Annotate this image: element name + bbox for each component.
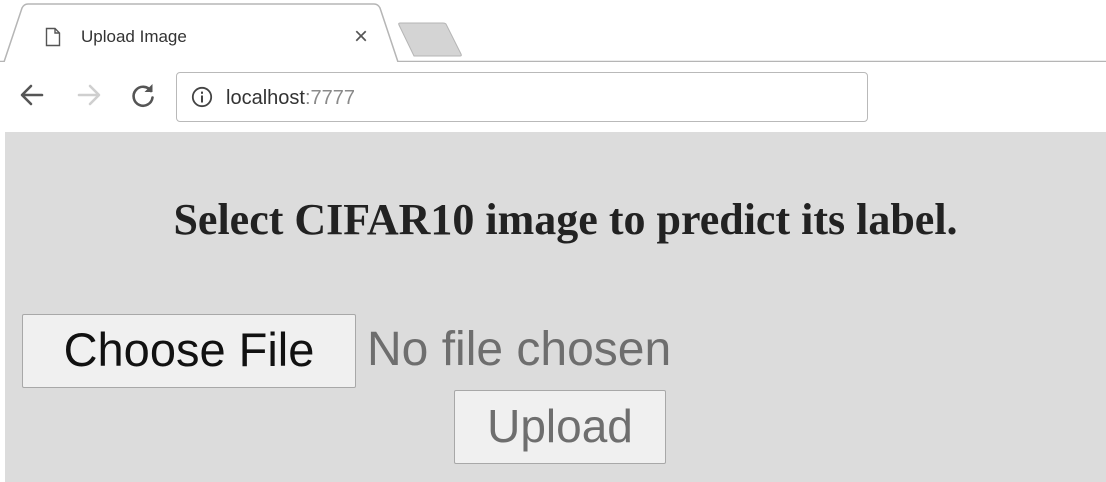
forward-arrow-icon[interactable] (74, 80, 104, 110)
url-text: localhost:7777 (226, 85, 355, 111)
choose-file-button[interactable]: Choose File (22, 314, 356, 388)
page-heading: Select CIFAR10 image to predict its labe… (173, 195, 958, 244)
page-content: Select CIFAR10 image to predict its labe… (5, 132, 1106, 482)
upload-button[interactable]: Upload (454, 390, 666, 464)
close-tab-icon[interactable]: × (348, 24, 374, 50)
url-port: :7777 (304, 87, 355, 109)
info-icon[interactable] (191, 86, 213, 108)
browser-toolbar: localhost:7777 (0, 62, 1106, 132)
browser-window: Upload Image × localhost:7777 Select CIF… (0, 0, 1106, 482)
tab-title: Upload Image (81, 27, 187, 46)
back-arrow-icon[interactable] (17, 80, 47, 110)
url-host: localhost (226, 87, 305, 109)
tab-strip: Upload Image × (0, 0, 1106, 62)
new-tab-button[interactable] (394, 20, 464, 60)
address-bar[interactable]: localhost:7777 (176, 72, 868, 122)
file-status-text: No file chosen (367, 323, 672, 376)
reload-icon[interactable] (128, 80, 158, 110)
page-icon (45, 27, 61, 47)
